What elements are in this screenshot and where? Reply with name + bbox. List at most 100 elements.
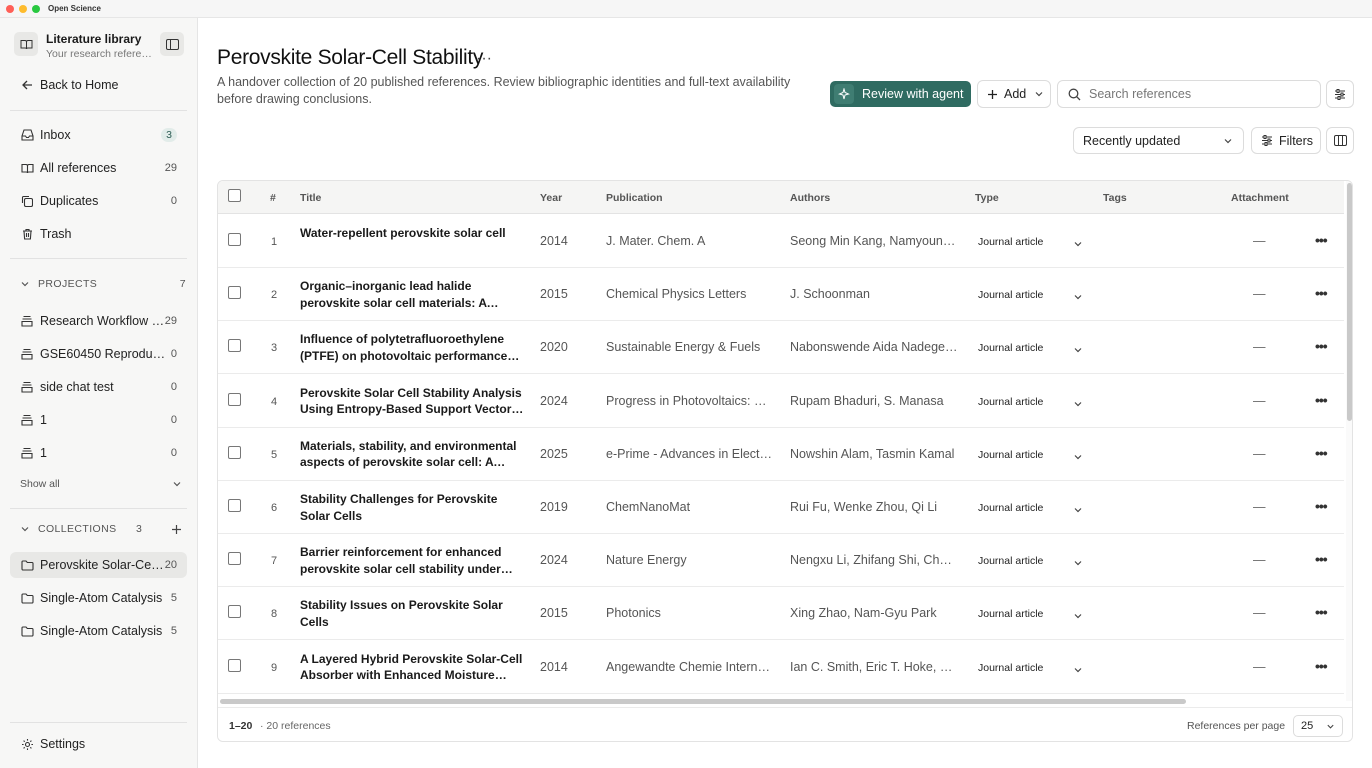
row-checkbox[interactable]	[228, 339, 241, 353]
type-dropdown-icon[interactable]	[1073, 396, 1083, 414]
column-header-authors[interactable]: Authors	[790, 192, 830, 204]
sidebar-item-inbox[interactable]: Inbox 3	[10, 122, 187, 148]
table-row[interactable]: 8 Stability Issues on Perovskite Solar Ce…	[218, 587, 1344, 641]
page-range: 1–20	[229, 720, 253, 732]
type-dropdown-icon[interactable]	[1073, 608, 1083, 626]
search-input[interactable]	[1089, 87, 1309, 101]
collection-item[interactable]: Single-Atom Catalysis 5	[10, 585, 187, 611]
row-checkbox[interactable]	[228, 392, 241, 406]
row-checkbox[interactable]	[228, 499, 241, 512]
type-dropdown-icon[interactable]	[1073, 555, 1083, 573]
table-row[interactable]: 7 Barrier reinforcement for enhanced pero…	[218, 534, 1344, 588]
reference-title[interactable]: Organic–inorganic lead halide perovskite…	[300, 278, 526, 311]
project-item[interactable]: 1 0	[10, 440, 187, 466]
add-button[interactable]: Add	[977, 80, 1051, 108]
reference-title[interactable]: Materials, stability, and environmental …	[300, 438, 526, 471]
table-row[interactable]: 3 Influence of polytetrafluoroethylene (P…	[218, 321, 1344, 375]
reference-title[interactable]: Stability Issues on Perovskite Solar Cel…	[300, 597, 526, 630]
column-header-attachment[interactable]: Attachment	[1231, 192, 1289, 204]
reference-title[interactable]: Influence of polytetrafluoroethylene (PT…	[300, 331, 526, 364]
row-checkbox[interactable]	[228, 445, 241, 459]
columns-button[interactable]	[1326, 127, 1354, 154]
table-row[interactable]: 4 Perovskite Solar Cell Stability Analysi…	[218, 375, 1344, 428]
more-options-icon[interactable]: ···	[476, 50, 492, 68]
type-dropdown-icon[interactable]	[1073, 289, 1083, 307]
toggle-sidebar-button[interactable]	[160, 32, 184, 56]
close-window-button[interactable]	[6, 5, 14, 13]
type-dropdown-icon[interactable]	[1073, 236, 1083, 254]
row-more-icon[interactable]: •••	[1315, 232, 1328, 248]
reference-title[interactable]: Barrier reinforcement for enhanced perov…	[300, 544, 526, 577]
type-dropdown-icon[interactable]	[1073, 342, 1083, 360]
reference-type[interactable]: Journal article	[978, 342, 1043, 354]
reference-title[interactable]: A Layered Hybrid Perovskite Solar-Cell A…	[300, 651, 526, 684]
minimize-window-button[interactable]	[19, 5, 27, 13]
project-item[interactable]: 1 0	[10, 407, 187, 433]
sidebar-item-duplicates[interactable]: Duplicates 0	[10, 188, 187, 214]
zoom-window-button[interactable]	[32, 5, 40, 13]
collection-item-active[interactable]: Perovskite Solar-Cell Stability 20	[10, 552, 187, 578]
row-more-icon[interactable]: •••	[1315, 604, 1328, 620]
library-title: Literature library	[46, 32, 142, 46]
table-row[interactable]: 1 Water-repellent perovskite solar cell 20…	[218, 215, 1344, 268]
sidebar-item-trash[interactable]: Trash	[10, 221, 187, 247]
reference-type[interactable]: Journal article	[978, 662, 1043, 674]
row-checkbox[interactable]	[228, 658, 241, 672]
column-header-type[interactable]: Type	[975, 192, 999, 204]
row-more-icon[interactable]: •••	[1315, 445, 1328, 461]
row-checkbox[interactable]	[228, 233, 241, 246]
collection-item[interactable]: Single-Atom Catalysis 5	[10, 618, 187, 644]
settings-link[interactable]: Settings	[10, 731, 187, 757]
type-dropdown-icon[interactable]	[1073, 449, 1083, 467]
sidebar-item-all-references[interactable]: All references 29	[10, 155, 187, 181]
show-all-projects-button[interactable]: Show all	[20, 478, 182, 490]
projects-section-header[interactable]: PROJECTS 7	[20, 278, 186, 290]
reference-type[interactable]: Journal article	[978, 608, 1043, 620]
add-collection-icon[interactable]	[171, 524, 182, 535]
table-row[interactable]: 5 Materials, stability, and environmental…	[218, 428, 1344, 481]
row-more-icon[interactable]: •••	[1315, 551, 1328, 567]
column-header-publication[interactable]: Publication	[606, 192, 663, 204]
column-header-year[interactable]: Year	[540, 192, 562, 204]
chevron-down-icon	[21, 527, 29, 532]
view-options-button[interactable]	[1326, 80, 1354, 108]
reference-type[interactable]: Journal article	[978, 502, 1043, 514]
column-header-title[interactable]: Title	[300, 192, 321, 204]
reference-title[interactable]: Perovskite Solar Cell Stability Analysis…	[300, 385, 526, 418]
row-checkbox[interactable]	[228, 286, 241, 300]
select-all-checkbox[interactable]	[228, 189, 241, 202]
search-box[interactable]	[1057, 80, 1321, 108]
type-dropdown-icon[interactable]	[1073, 662, 1083, 680]
reference-type[interactable]: Journal article	[978, 449, 1043, 461]
column-header-number[interactable]: #	[270, 192, 276, 204]
collections-section-header[interactable]: COLLECTIONS 3	[20, 523, 182, 535]
vertical-scrollbar[interactable]	[1346, 181, 1352, 701]
per-page-select[interactable]: 25	[1293, 715, 1343, 737]
sort-select[interactable]: Recently updated	[1073, 127, 1244, 154]
reference-type[interactable]: Journal article	[978, 555, 1043, 567]
table-row[interactable]: 2 Organic–inorganic lead halide perovskit…	[218, 268, 1344, 322]
project-item[interactable]: side chat test 0	[10, 374, 187, 400]
reference-title[interactable]: Stability Challenges for Perovskite Sola…	[300, 491, 526, 524]
row-more-icon[interactable]: •••	[1315, 338, 1328, 354]
back-to-home-link[interactable]: Back to Home	[10, 72, 187, 98]
table-row[interactable]: 6 Stability Challenges for Perovskite Sol…	[218, 481, 1344, 534]
column-header-tags[interactable]: Tags	[1103, 192, 1127, 204]
reference-type[interactable]: Journal article	[978, 236, 1043, 248]
table-row[interactable]: 9 A Layered Hybrid Perovskite Solar-Cell …	[218, 641, 1344, 694]
row-checkbox[interactable]	[228, 605, 241, 619]
review-with-agent-button[interactable]: Review with agent	[830, 81, 971, 107]
row-more-icon[interactable]: •••	[1315, 658, 1328, 674]
reference-title[interactable]: Water-repellent perovskite solar cell	[300, 225, 526, 242]
reference-type[interactable]: Journal article	[978, 289, 1043, 301]
horizontal-scrollbar[interactable]	[218, 697, 1344, 705]
project-item[interactable]: GSE60450 Reproduction 0	[10, 341, 187, 367]
type-dropdown-icon[interactable]	[1073, 502, 1083, 520]
project-item[interactable]: Research Workflow Demo 29	[10, 308, 187, 334]
filters-button[interactable]: Filters	[1251, 127, 1321, 154]
row-more-icon[interactable]: •••	[1315, 498, 1328, 514]
row-more-icon[interactable]: •••	[1315, 285, 1328, 301]
reference-type[interactable]: Journal article	[978, 396, 1043, 408]
row-more-icon[interactable]: •••	[1315, 392, 1328, 408]
row-checkbox[interactable]	[228, 552, 241, 566]
